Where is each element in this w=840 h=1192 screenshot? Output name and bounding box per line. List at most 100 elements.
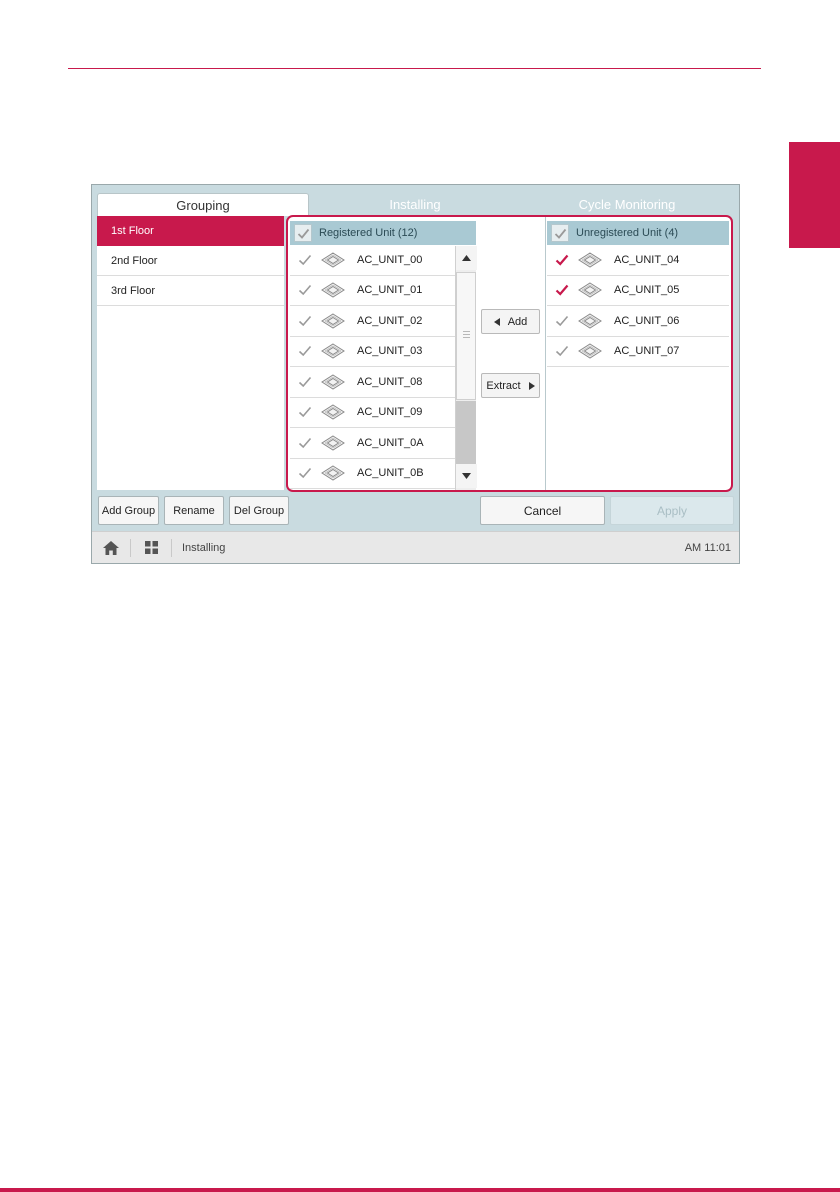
unregistered-header: Unregistered Unit (4) — [547, 221, 729, 245]
unit-checkbox[interactable] — [554, 254, 570, 266]
unit-icon-wrap — [578, 313, 604, 329]
extract-button-label: Extract — [486, 379, 521, 392]
unit-icon-wrap — [321, 404, 347, 420]
unregistered-header-label: Unregistered Unit (4) — [576, 227, 679, 239]
check-icon — [298, 468, 312, 479]
unit-row[interactable]: AC_UNIT_0B — [290, 459, 455, 489]
clock: AM 11:01 — [684, 541, 731, 554]
del-group-button[interactable]: Del Group — [229, 496, 289, 525]
status-separator — [171, 538, 172, 557]
check-icon — [298, 346, 312, 357]
check-icon — [298, 254, 312, 265]
unit-checkbox[interactable] — [297, 376, 313, 388]
check-icon — [298, 315, 312, 326]
unit-row[interactable]: AC_UNIT_07 — [547, 337, 729, 367]
group-item-1st-floor[interactable]: 1st Floor — [97, 216, 284, 246]
registered-scrollbar[interactable] — [455, 246, 477, 490]
registered-header: Registered Unit (12) — [290, 221, 476, 245]
triangle-down-icon — [462, 473, 471, 479]
triangle-up-icon — [462, 255, 471, 261]
registered-list: Registered Unit (12) AC_UNIT_00 AC_UNIT_0… — [290, 221, 476, 489]
unit-checkbox[interactable] — [554, 284, 570, 296]
cassette-unit-icon — [578, 252, 602, 268]
scroll-up-button[interactable] — [456, 246, 477, 270]
unit-row[interactable]: AC_UNIT_01 — [290, 276, 455, 306]
unit-name: AC_UNIT_05 — [614, 284, 680, 297]
unit-name: AC_UNIT_04 — [614, 253, 680, 266]
section-marker — [789, 142, 840, 248]
tab-cycle-monitoring[interactable]: Cycle Monitoring — [521, 193, 733, 216]
scroll-thumb[interactable] — [456, 272, 476, 400]
unit-checkbox[interactable] — [297, 345, 313, 357]
unit-checkbox[interactable] — [297, 284, 313, 296]
unit-name: AC_UNIT_00 — [357, 253, 423, 266]
check-icon — [298, 376, 312, 387]
unit-icon-wrap — [321, 435, 347, 451]
unit-row[interactable]: AC_UNIT_08 — [290, 367, 455, 398]
unit-row[interactable]: AC_UNIT_0A — [290, 428, 455, 459]
bottom-rule — [0, 1188, 840, 1192]
check-icon — [555, 285, 569, 296]
tab-installing[interactable]: Installing — [309, 193, 521, 216]
scroll-track[interactable] — [456, 401, 476, 464]
add-button-label: Add — [507, 315, 528, 328]
unit-checkbox[interactable] — [554, 345, 570, 357]
unit-row[interactable]: AC_UNIT_05 — [547, 276, 729, 306]
unit-icon-wrap — [321, 374, 347, 390]
unit-name: AC_UNIT_09 — [357, 406, 423, 419]
home-button[interactable] — [92, 540, 130, 555]
scroll-down-button[interactable] — [456, 464, 477, 488]
select-all-registered-checkbox[interactable] — [294, 224, 312, 242]
cassette-unit-icon — [578, 343, 602, 359]
unit-name: AC_UNIT_07 — [614, 345, 680, 358]
unit-icon-wrap — [578, 343, 604, 359]
unit-checkbox[interactable] — [297, 406, 313, 418]
unit-name: AC_UNIT_08 — [357, 375, 423, 388]
unit-row[interactable]: AC_UNIT_04 — [547, 245, 729, 276]
add-button[interactable]: Add — [481, 309, 540, 334]
group-item-2nd-floor[interactable]: 2nd Floor — [97, 246, 284, 276]
check-icon — [298, 407, 312, 418]
unit-checkbox[interactable] — [554, 315, 570, 327]
extract-button[interactable]: Extract — [481, 373, 540, 398]
unit-row[interactable]: AC_UNIT_06 — [547, 306, 729, 337]
apply-button[interactable]: Apply — [610, 496, 734, 525]
select-all-unregistered-checkbox[interactable] — [551, 224, 569, 242]
check-icon — [555, 254, 569, 266]
unit-assignment-frame: Registered Unit (12) AC_UNIT_00 AC_UNIT_0… — [286, 215, 733, 492]
tab-grouping[interactable]: Grouping — [97, 193, 309, 216]
tab-bar: Grouping Installing Cycle Monitoring — [92, 185, 739, 216]
unit-row[interactable]: AC_UNIT_02 — [290, 306, 455, 337]
rename-button[interactable]: Rename — [164, 496, 224, 525]
unit-row[interactable]: AC_UNIT_03 — [290, 337, 455, 367]
check-icon — [298, 285, 312, 296]
unit-row[interactable]: AC_UNIT_00 — [290, 245, 455, 276]
home-icon — [103, 540, 119, 555]
group-list: 1st Floor 2nd Floor 3rd Floor — [97, 216, 284, 490]
unit-checkbox[interactable] — [297, 254, 313, 266]
unit-name: AC_UNIT_01 — [357, 284, 423, 297]
cassette-unit-icon — [321, 465, 345, 481]
menu-grid-button[interactable] — [131, 541, 171, 554]
unit-checkbox[interactable] — [297, 315, 313, 327]
check-icon — [555, 315, 569, 326]
add-group-button[interactable]: Add Group — [98, 496, 159, 525]
cassette-unit-icon — [321, 343, 345, 359]
unit-row[interactable]: AC_UNIT_09 — [290, 398, 455, 428]
unit-checkbox[interactable] — [297, 467, 313, 479]
group-item-3rd-floor[interactable]: 3rd Floor — [97, 276, 284, 306]
cassette-unit-icon — [578, 313, 602, 329]
check-icon — [554, 228, 566, 239]
cassette-unit-icon — [321, 374, 345, 390]
unit-icon-wrap — [321, 313, 347, 329]
unit-icon-wrap — [578, 282, 604, 298]
cancel-button[interactable]: Cancel — [480, 496, 605, 525]
registered-rows: AC_UNIT_00 AC_UNIT_01 AC_UNIT_02 AC_UNIT_03… — [290, 245, 455, 489]
unregistered-rows: AC_UNIT_04 AC_UNIT_05 AC_UNIT_06 AC_UNIT_07 — [547, 245, 729, 367]
unit-checkbox[interactable] — [297, 437, 313, 449]
unit-name: AC_UNIT_02 — [357, 314, 423, 327]
cassette-unit-icon — [321, 252, 345, 268]
unit-name: AC_UNIT_03 — [357, 345, 423, 358]
unit-icon-wrap — [321, 282, 347, 298]
top-rule — [68, 68, 761, 69]
